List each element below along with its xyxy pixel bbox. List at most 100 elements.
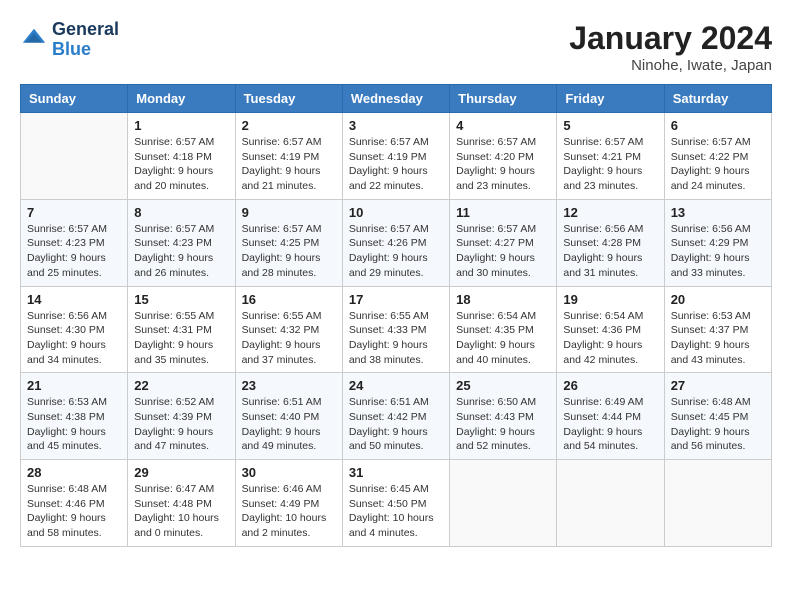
day-number: 7 — [27, 205, 121, 220]
calendar-cell: 27 Sunrise: 6:48 AM Sunset: 4:45 PM Dayli… — [664, 373, 771, 460]
day-info: Sunrise: 6:51 AM Sunset: 4:42 PM Dayligh… — [349, 395, 443, 454]
calendar-week-row: 28 Sunrise: 6:48 AM Sunset: 4:46 PM Dayli… — [21, 460, 772, 547]
title-block: January 2024 Ninohe, Iwate, Japan — [569, 20, 772, 74]
day-number: 2 — [242, 118, 336, 133]
calendar-cell: 22 Sunrise: 6:52 AM Sunset: 4:39 PM Dayli… — [128, 373, 235, 460]
calendar-cell: 19 Sunrise: 6:54 AM Sunset: 4:36 PM Dayli… — [557, 286, 664, 373]
day-info: Sunrise: 6:57 AM Sunset: 4:26 PM Dayligh… — [349, 222, 443, 281]
weekday-header: Wednesday — [342, 85, 449, 113]
day-info: Sunrise: 6:57 AM Sunset: 4:23 PM Dayligh… — [134, 222, 228, 281]
calendar-cell: 10 Sunrise: 6:57 AM Sunset: 4:26 PM Dayli… — [342, 199, 449, 286]
day-number: 25 — [456, 378, 550, 393]
calendar-cell: 21Sunrise: 6:53 AM Sunset: 4:38 PM Dayli… — [21, 373, 128, 460]
calendar-cell — [450, 460, 557, 547]
day-info: Sunrise: 6:57 AM Sunset: 4:20 PM Dayligh… — [456, 135, 550, 194]
day-number: 13 — [671, 205, 765, 220]
day-number: 17 — [349, 292, 443, 307]
day-info: Sunrise: 6:49 AM Sunset: 4:44 PM Dayligh… — [563, 395, 657, 454]
day-info: Sunrise: 6:51 AM Sunset: 4:40 PM Dayligh… — [242, 395, 336, 454]
day-number: 4 — [456, 118, 550, 133]
calendar-cell: 5 Sunrise: 6:57 AM Sunset: 4:21 PM Daylig… — [557, 113, 664, 200]
calendar-cell: 13 Sunrise: 6:56 AM Sunset: 4:29 PM Dayli… — [664, 199, 771, 286]
day-number: 19 — [563, 292, 657, 307]
logo: General Blue — [20, 20, 119, 60]
day-info: Sunrise: 6:56 AM Sunset: 4:30 PM Dayligh… — [27, 309, 121, 368]
day-info: Sunrise: 6:57 AM Sunset: 4:23 PM Dayligh… — [27, 222, 121, 281]
day-number: 11 — [456, 205, 550, 220]
day-number: 5 — [563, 118, 657, 133]
day-number: 21 — [27, 378, 121, 393]
calendar-cell: 11Sunrise: 6:57 AM Sunset: 4:27 PM Dayli… — [450, 199, 557, 286]
calendar-cell: 4 Sunrise: 6:57 AM Sunset: 4:20 PM Daylig… — [450, 113, 557, 200]
logo-icon — [20, 26, 48, 54]
month-title: January 2024 — [569, 20, 772, 57]
location-subtitle: Ninohe, Iwate, Japan — [569, 57, 772, 74]
calendar-week-row: 1 Sunrise: 6:57 AM Sunset: 4:18 PM Daylig… — [21, 113, 772, 200]
weekday-header: Tuesday — [235, 85, 342, 113]
day-info: Sunrise: 6:57 AM Sunset: 4:25 PM Dayligh… — [242, 222, 336, 281]
day-number: 31 — [349, 465, 443, 480]
day-number: 1 — [134, 118, 228, 133]
calendar-cell: 28 Sunrise: 6:48 AM Sunset: 4:46 PM Dayli… — [21, 460, 128, 547]
weekday-header: Friday — [557, 85, 664, 113]
day-number: 16 — [242, 292, 336, 307]
day-number: 27 — [671, 378, 765, 393]
day-info: Sunrise: 6:48 AM Sunset: 4:45 PM Dayligh… — [671, 395, 765, 454]
day-info: Sunrise: 6:55 AM Sunset: 4:31 PM Dayligh… — [134, 309, 228, 368]
day-info: Sunrise: 6:57 AM Sunset: 4:19 PM Dayligh… — [242, 135, 336, 194]
calendar-cell: 26Sunrise: 6:49 AM Sunset: 4:44 PM Dayli… — [557, 373, 664, 460]
weekday-header: Thursday — [450, 85, 557, 113]
calendar-table: SundayMondayTuesdayWednesdayThursdayFrid… — [20, 84, 772, 547]
calendar-cell: 16Sunrise: 6:55 AM Sunset: 4:32 PM Dayli… — [235, 286, 342, 373]
day-info: Sunrise: 6:56 AM Sunset: 4:28 PM Dayligh… — [563, 222, 657, 281]
weekday-header: Saturday — [664, 85, 771, 113]
day-info: Sunrise: 6:54 AM Sunset: 4:35 PM Dayligh… — [456, 309, 550, 368]
day-number: 18 — [456, 292, 550, 307]
calendar-cell: 6Sunrise: 6:57 AM Sunset: 4:22 PM Daylig… — [664, 113, 771, 200]
day-number: 8 — [134, 205, 228, 220]
day-info: Sunrise: 6:57 AM Sunset: 4:21 PM Dayligh… — [563, 135, 657, 194]
calendar-week-row: 7 Sunrise: 6:57 AM Sunset: 4:23 PM Daylig… — [21, 199, 772, 286]
day-number: 22 — [134, 378, 228, 393]
calendar-cell: 18 Sunrise: 6:54 AM Sunset: 4:35 PM Dayli… — [450, 286, 557, 373]
calendar-cell — [21, 113, 128, 200]
day-info: Sunrise: 6:55 AM Sunset: 4:33 PM Dayligh… — [349, 309, 443, 368]
calendar-cell: 2 Sunrise: 6:57 AM Sunset: 4:19 PM Daylig… — [235, 113, 342, 200]
day-info: Sunrise: 6:46 AM Sunset: 4:49 PM Dayligh… — [242, 482, 336, 541]
day-info: Sunrise: 6:45 AM Sunset: 4:50 PM Dayligh… — [349, 482, 443, 541]
page-header: General Blue January 2024 Ninohe, Iwate,… — [20, 20, 772, 74]
calendar-cell: 7 Sunrise: 6:57 AM Sunset: 4:23 PM Daylig… — [21, 199, 128, 286]
day-number: 12 — [563, 205, 657, 220]
day-info: Sunrise: 6:52 AM Sunset: 4:39 PM Dayligh… — [134, 395, 228, 454]
calendar-week-row: 14 Sunrise: 6:56 AM Sunset: 4:30 PM Dayli… — [21, 286, 772, 373]
day-info: Sunrise: 6:57 AM Sunset: 4:18 PM Dayligh… — [134, 135, 228, 194]
day-number: 6 — [671, 118, 765, 133]
calendar-cell: 8 Sunrise: 6:57 AM Sunset: 4:23 PM Daylig… — [128, 199, 235, 286]
day-number: 28 — [27, 465, 121, 480]
weekday-header: Monday — [128, 85, 235, 113]
day-info: Sunrise: 6:50 AM Sunset: 4:43 PM Dayligh… — [456, 395, 550, 454]
calendar-cell: 29 Sunrise: 6:47 AM Sunset: 4:48 PM Dayli… — [128, 460, 235, 547]
day-number: 15 — [134, 292, 228, 307]
calendar-cell: 23 Sunrise: 6:51 AM Sunset: 4:40 PM Dayli… — [235, 373, 342, 460]
logo-text: General Blue — [52, 20, 119, 60]
calendar-week-row: 21Sunrise: 6:53 AM Sunset: 4:38 PM Dayli… — [21, 373, 772, 460]
calendar-cell: 20Sunrise: 6:53 AM Sunset: 4:37 PM Dayli… — [664, 286, 771, 373]
calendar-cell: 31 Sunrise: 6:45 AM Sunset: 4:50 PM Dayli… — [342, 460, 449, 547]
day-info: Sunrise: 6:53 AM Sunset: 4:37 PM Dayligh… — [671, 309, 765, 368]
day-number: 24 — [349, 378, 443, 393]
weekday-header: Sunday — [21, 85, 128, 113]
day-info: Sunrise: 6:54 AM Sunset: 4:36 PM Dayligh… — [563, 309, 657, 368]
day-number: 29 — [134, 465, 228, 480]
day-info: Sunrise: 6:47 AM Sunset: 4:48 PM Dayligh… — [134, 482, 228, 541]
calendar-cell: 17 Sunrise: 6:55 AM Sunset: 4:33 PM Dayli… — [342, 286, 449, 373]
day-number: 23 — [242, 378, 336, 393]
calendar-cell: 12 Sunrise: 6:56 AM Sunset: 4:28 PM Dayli… — [557, 199, 664, 286]
calendar-cell: 9 Sunrise: 6:57 AM Sunset: 4:25 PM Daylig… — [235, 199, 342, 286]
calendar-cell — [557, 460, 664, 547]
day-info: Sunrise: 6:48 AM Sunset: 4:46 PM Dayligh… — [27, 482, 121, 541]
day-info: Sunrise: 6:56 AM Sunset: 4:29 PM Dayligh… — [671, 222, 765, 281]
day-number: 14 — [27, 292, 121, 307]
day-number: 10 — [349, 205, 443, 220]
day-number: 9 — [242, 205, 336, 220]
